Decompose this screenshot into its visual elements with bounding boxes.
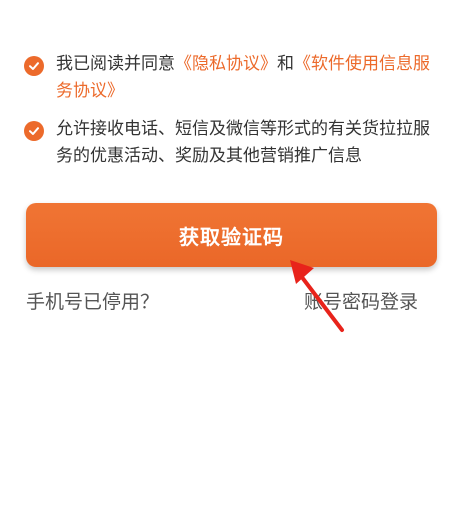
agreement-prefix: 我已阅读并同意 bbox=[56, 54, 175, 74]
marketing-consent-text: 允许接收电话、短信及微信等形式的有关货拉拉服务的优惠活动、奖励及其他营销推广信息 bbox=[56, 119, 430, 166]
checkbox-checked-icon[interactable] bbox=[24, 56, 44, 76]
login-screen: 我已阅读并同意《隐私协议》和《软件使用信息服务协议》 允许接收电话、短信及微信等… bbox=[0, 0, 452, 514]
marketing-consent-row: 允许接收电话、短信及微信等形式的有关货拉拉服务的优惠活动、奖励及其他营销推广信息 bbox=[24, 116, 434, 170]
get-verification-code-button[interactable]: 获取验证码 bbox=[26, 203, 437, 267]
checkbox-checked-icon[interactable] bbox=[24, 121, 44, 141]
agreement-text: 我已阅读并同意《隐私协议》和《软件使用信息服务协议》 bbox=[56, 51, 434, 105]
privacy-agreement-link[interactable]: 《隐私协议》 bbox=[175, 54, 277, 74]
agreement-consent-row: 我已阅读并同意《隐私协议》和《软件使用信息服务协议》 bbox=[24, 51, 434, 105]
phone-disabled-link[interactable]: 手机号已停用？ bbox=[26, 288, 159, 316]
agreement-conjunction: 和 bbox=[277, 54, 294, 74]
password-login-link[interactable]: 账号密码登录 bbox=[304, 288, 418, 316]
